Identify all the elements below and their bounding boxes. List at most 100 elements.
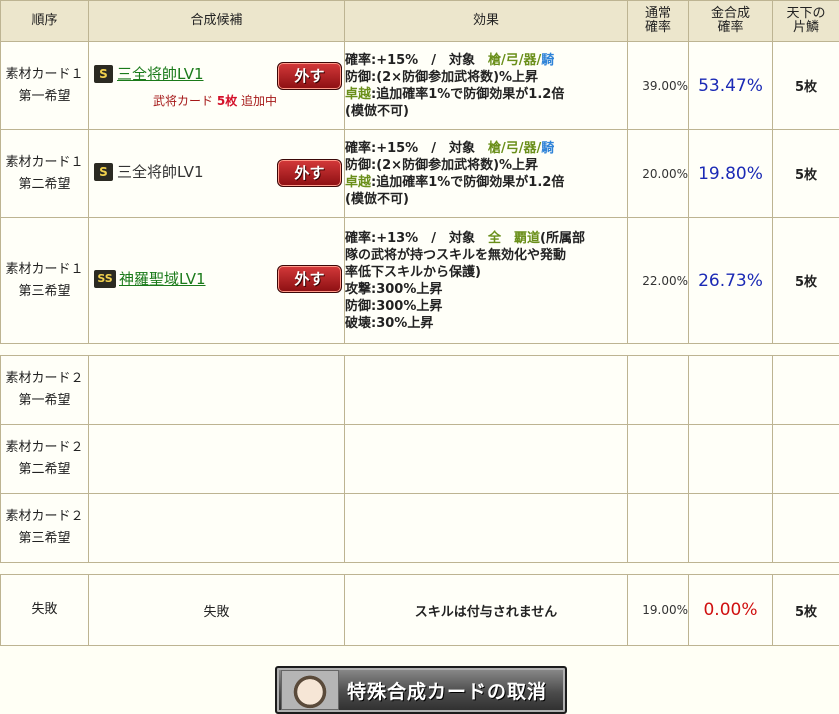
- header-gold-rate: 金合成確率: [689, 1, 773, 42]
- target-hadou: 覇道: [514, 231, 540, 246]
- gold-rate: [689, 356, 773, 425]
- cancel-special-synthesis-button[interactable]: 特殊合成カードの取消: [275, 666, 567, 714]
- order-label: 素材カード１: [5, 262, 83, 277]
- tenka-count: 5枚: [773, 42, 839, 130]
- order-priority: 第一希望: [18, 89, 70, 104]
- added-card-prefix: 武将カード: [153, 94, 213, 108]
- rank-s-icon: S: [94, 65, 113, 83]
- header-normal-rate-text: 通常確率: [643, 7, 673, 35]
- gold-rate: 26.73%: [689, 218, 773, 344]
- tenka-count: [773, 425, 839, 494]
- remove-button[interactable]: 外す: [277, 159, 342, 187]
- table-row: 素材カード２第二希望: [1, 425, 839, 494]
- effect-line: 隊の武将が持つスキルを無効化や発動: [345, 248, 566, 263]
- candidate-cell: [89, 425, 345, 494]
- target-spear: 槍: [488, 141, 501, 156]
- normal-rate: 22.00%: [628, 218, 689, 344]
- remove-button[interactable]: 外す: [277, 265, 342, 293]
- effect-cell: [345, 494, 628, 563]
- normal-rate: 20.00%: [628, 130, 689, 218]
- normal-rate: [628, 494, 689, 563]
- header-tenka-text: 天下の片鱗: [784, 7, 828, 35]
- effect-line: (所属部: [540, 231, 585, 246]
- synthesis-table: 順序 合成候補 効果 通常確率 金合成確率 天下の片鱗 素材カード１ 第一希望 S…: [0, 0, 839, 646]
- target-weapon: 器: [524, 53, 537, 68]
- gold-rate: [689, 494, 773, 563]
- order-cell: 素材カード２ 第一希望: [1, 356, 89, 425]
- gold-rate: 0.00%: [689, 575, 773, 646]
- effect-cell: [345, 425, 628, 494]
- target-bow: 弓: [506, 141, 519, 156]
- candidate-cell: 失敗: [89, 575, 345, 646]
- fail-row: 失敗 失敗 スキルは付与されません 19.00% 0.00% 5枚: [1, 575, 839, 646]
- order-label: 素材カード２: [5, 371, 83, 386]
- table-row: 素材カード２ 第三希望: [1, 494, 839, 563]
- order-label: 素材カード２: [5, 509, 83, 524]
- effect-line: (模倣不可): [345, 192, 409, 207]
- tenka-count: 5枚: [773, 130, 839, 218]
- effect-rate: 確率:+15% / 対象: [345, 141, 488, 156]
- effect-line: 防御:(2×防御参加武将数)%上昇: [345, 158, 538, 173]
- header-normal-rate: 通常確率: [628, 1, 689, 42]
- effect-excellence-label: 卓越: [345, 175, 371, 190]
- gold-rate: 53.47%: [689, 42, 773, 130]
- gold-rate: 19.80%: [689, 130, 773, 218]
- cancel-button-label: 特殊合成カードの取消: [347, 677, 547, 704]
- order-cell: 素材カード１ 第一希望: [1, 42, 89, 130]
- added-card-count: 5枚: [217, 94, 237, 108]
- effect-cell: 確率:+13% / 対象 全 覇道(所属部 隊の武将が持つスキルを無効化や発動 …: [345, 218, 628, 344]
- target-cavalry: 騎: [541, 141, 554, 156]
- tenka-count: [773, 494, 839, 563]
- tenka-count: [773, 356, 839, 425]
- normal-rate: [628, 356, 689, 425]
- header-gold-rate-text: 金合成確率: [709, 7, 753, 35]
- order-cell: 素材カード１第二希望: [1, 130, 89, 218]
- header-order: 順序: [1, 1, 89, 42]
- target-weapon: 器: [524, 141, 537, 156]
- added-card-note: 武将カード 5枚 追加中: [153, 92, 277, 109]
- order-cell: 素材カード２第二希望: [1, 425, 89, 494]
- order-priority: 第三希望: [18, 284, 70, 299]
- table-row: 素材カード１第二希望 S 三全将帥LV1 外す 確率:+15% / 対象 槍/弓…: [1, 130, 839, 218]
- remove-button[interactable]: 外す: [277, 62, 342, 90]
- tenka-count: 5枚: [773, 575, 839, 646]
- candidate-cell: SS 神羅聖域LV1 外す: [89, 218, 345, 344]
- added-card-suffix: 追加中: [241, 94, 277, 108]
- gold-rate: [689, 425, 773, 494]
- order-label: 素材カード１: [5, 67, 83, 82]
- skill-name: 三全将帥LV1: [117, 163, 204, 181]
- header-tenka: 天下の片鱗: [773, 1, 839, 42]
- effect-line: 率低下スキルから保護): [345, 265, 481, 280]
- skill-name-link[interactable]: 三全将帥LV1: [117, 65, 204, 83]
- table-row: 素材カード２ 第一希望: [1, 356, 839, 425]
- target-bow: 弓: [506, 53, 519, 68]
- effect-cell: 確率:+15% / 対象 槍/弓/器/騎 防御:(2×防御参加武将数)%上昇 卓…: [345, 42, 628, 130]
- skill-name-link[interactable]: 神羅聖域LV1: [119, 270, 206, 288]
- effect-line: (模倣不可): [345, 104, 409, 119]
- normal-rate: 19.00%: [628, 575, 689, 646]
- candidate-cell: S 三全将帥LV1 外す 武将カード 5枚 追加中: [89, 42, 345, 130]
- effect-cell: [345, 356, 628, 425]
- spacer-row: [1, 344, 839, 356]
- candidate-cell: S 三全将帥LV1 外す: [89, 130, 345, 218]
- order-cell: 素材カード１ 第三希望: [1, 218, 89, 344]
- target-spear: 槍: [488, 53, 501, 68]
- tenka-count: 5枚: [773, 218, 839, 344]
- order-cell: 失敗: [1, 575, 89, 646]
- rank-s-icon: S: [94, 163, 113, 181]
- order-priority: 第三希望: [18, 531, 70, 546]
- effect-line: 攻撃:300%上昇: [345, 282, 442, 297]
- order-priority: 第二希望: [18, 177, 70, 192]
- normal-rate: 39.00%: [628, 42, 689, 130]
- table-row: 素材カード１ 第一希望 S 三全将帥LV1 外す 武将カード 5枚 追加中 確率:…: [1, 42, 839, 130]
- normal-rate: [628, 425, 689, 494]
- synthesis-panel: 順序 合成候補 効果 通常確率 金合成確率 天下の片鱗 素材カード１ 第一希望 S…: [0, 0, 839, 713]
- candidate-cell: [89, 356, 345, 425]
- effect-rate: 確率:+15% / 対象: [345, 53, 488, 68]
- rank-ss-icon: SS: [94, 270, 116, 288]
- header-candidate: 合成候補: [89, 1, 345, 42]
- effect-cell: 確率:+15% / 対象 槍/弓/器/騎 防御:(2×防御参加武将数)%上昇 卓…: [345, 130, 628, 218]
- effect-excellence-label: 卓越: [345, 87, 371, 102]
- header-row: 順序 合成候補 効果 通常確率 金合成確率 天下の片鱗: [1, 1, 839, 42]
- order-priority: 第一希望: [18, 393, 70, 408]
